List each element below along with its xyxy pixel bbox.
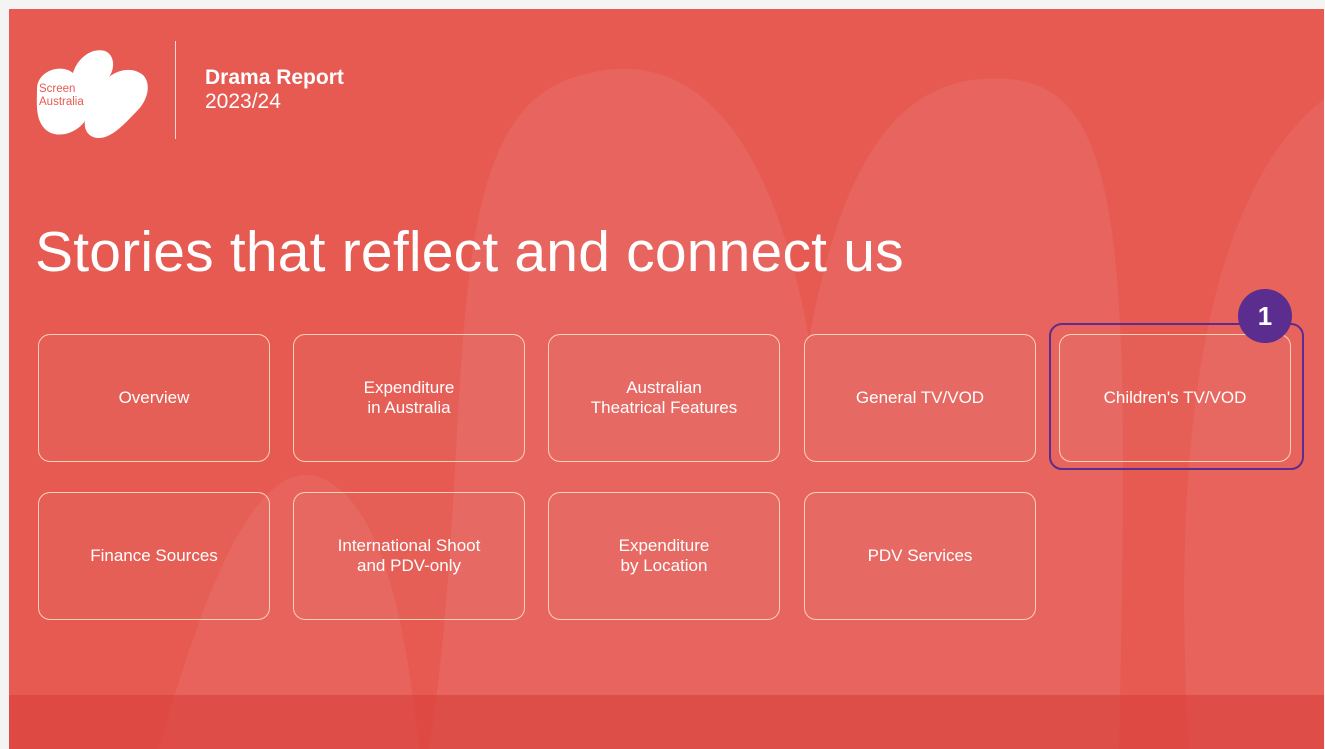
report-cover: Screen Australia Drama Report 2023/24 St… [9, 9, 1324, 749]
tile-international-shoot-pdv-only[interactable]: International Shoot and PDV-only [293, 492, 525, 620]
tile-finance-sources[interactable]: Finance Sources [38, 492, 270, 620]
report-title-year: 2023/24 [205, 90, 281, 113]
logo-text-line1: Screen [39, 83, 76, 95]
page-headline: Stories that reflect and connect us [35, 220, 904, 284]
tile-expenditure-by-location[interactable]: Expenditure by Location [548, 492, 780, 620]
tile-australian-theatrical-features[interactable]: Australian Theatrical Features [548, 334, 780, 462]
report-title: Drama Report 2023/24 [205, 66, 344, 114]
tile-overview[interactable]: Overview [38, 334, 270, 462]
screen-australia-logo: Screen Australia [33, 41, 153, 141]
logo-text-line2: Australia [39, 96, 84, 108]
step-marker-badge: 1 [1238, 289, 1292, 343]
report-title-name: Drama Report [205, 66, 344, 89]
bottom-band [9, 695, 1324, 749]
logo-text: Screen Australia [39, 83, 84, 109]
page-frame: Screen Australia Drama Report 2023/24 St… [0, 0, 1325, 749]
tile-childrens-tv-vod[interactable]: Children's TV/VOD [1059, 334, 1291, 462]
tile-general-tv-vod[interactable]: General TV/VOD [804, 334, 1036, 462]
header-divider [175, 41, 176, 139]
tile-expenditure-in-australia[interactable]: Expenditure in Australia [293, 334, 525, 462]
tile-pdv-services[interactable]: PDV Services [804, 492, 1036, 620]
